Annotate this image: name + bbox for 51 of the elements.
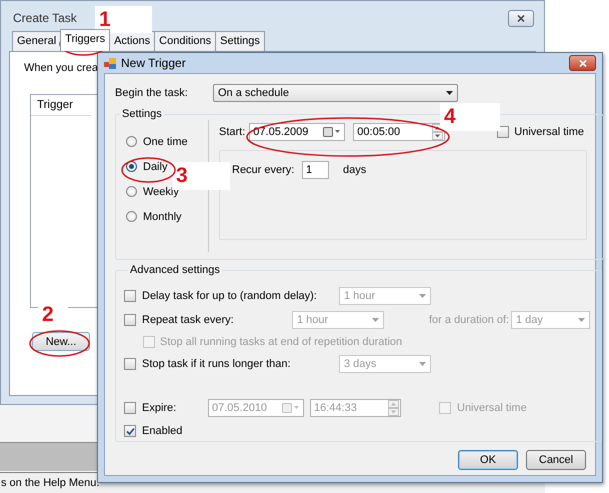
annotation-number: 1 [95, 6, 152, 33]
dialog-button[interactable]: Cancel [526, 450, 586, 470]
highlight-ellipse [29, 330, 90, 357]
checkbox[interactable] [124, 425, 136, 437]
field-label: Start: [219, 126, 246, 138]
new-button[interactable]: New... [32, 332, 90, 351]
recur-input[interactable]: 1 [302, 161, 329, 179]
annotation-number: 4 [440, 103, 500, 131]
time-picker[interactable]: 00:05:00 [353, 123, 446, 141]
close-button[interactable] [508, 10, 534, 26]
field-label: Begin the task: [115, 87, 189, 99]
field-label: for a duration of: [429, 314, 510, 326]
close-icon [578, 60, 586, 66]
radio-option[interactable]: One time [126, 129, 188, 154]
checkbox-label: Enabled [142, 425, 182, 437]
close-icon [517, 14, 525, 22]
dropdown-arrow-icon [419, 294, 426, 298]
date-picker[interactable]: 07.05.2009 [249, 123, 346, 141]
checkbox-label: Repeat task every: [142, 314, 235, 326]
group-title: Settings [121, 108, 163, 120]
dialog-button[interactable]: OK [458, 450, 518, 470]
dropdown-arrow-icon [419, 362, 426, 366]
tab[interactable]: Conditions [154, 31, 216, 51]
dialog-title: New Trigger [121, 56, 186, 70]
column-header[interactable]: Trigger [31, 95, 91, 116]
radio-option[interactable]: Daily [126, 154, 168, 179]
checkbox-label: Delay task for up to (random delay): [142, 290, 318, 302]
highlight-ellipse [121, 157, 176, 183]
status-text: s on the Help Menu. [1, 477, 100, 489]
checkbox-label: Stop task if it runs longer than: [142, 358, 292, 370]
dropdown-arrow-icon [578, 318, 585, 322]
tab[interactable]: Settings [215, 31, 265, 51]
annotation-number: 3 [172, 162, 230, 190]
field-label: Recur every: [232, 164, 296, 176]
checkbox-label: Universal time [457, 402, 527, 414]
window-title: Create Task [12, 11, 77, 25]
checkbox[interactable] [497, 126, 510, 138]
description-text: When you crea [24, 62, 98, 74]
close-button[interactable] [569, 55, 596, 71]
unit-label: days [343, 164, 366, 176]
begin-dropdown[interactable]: On a schedule [213, 84, 458, 102]
app-icon [104, 58, 116, 68]
dropdown-arrow-icon [446, 91, 453, 95]
checkbox-label: Stop all running tasks at end of repetition duration [160, 336, 402, 348]
checkbox-label: Expire: [142, 402, 178, 414]
dropdown-arrow-icon [372, 318, 379, 322]
group-title: Advanced settings [129, 264, 221, 276]
tab[interactable]: General [12, 31, 62, 51]
calendar-dropdown-icon[interactable] [323, 127, 342, 137]
radio-option[interactable]: Monthly [126, 204, 182, 229]
checkbox-label: Universal time [514, 126, 584, 138]
